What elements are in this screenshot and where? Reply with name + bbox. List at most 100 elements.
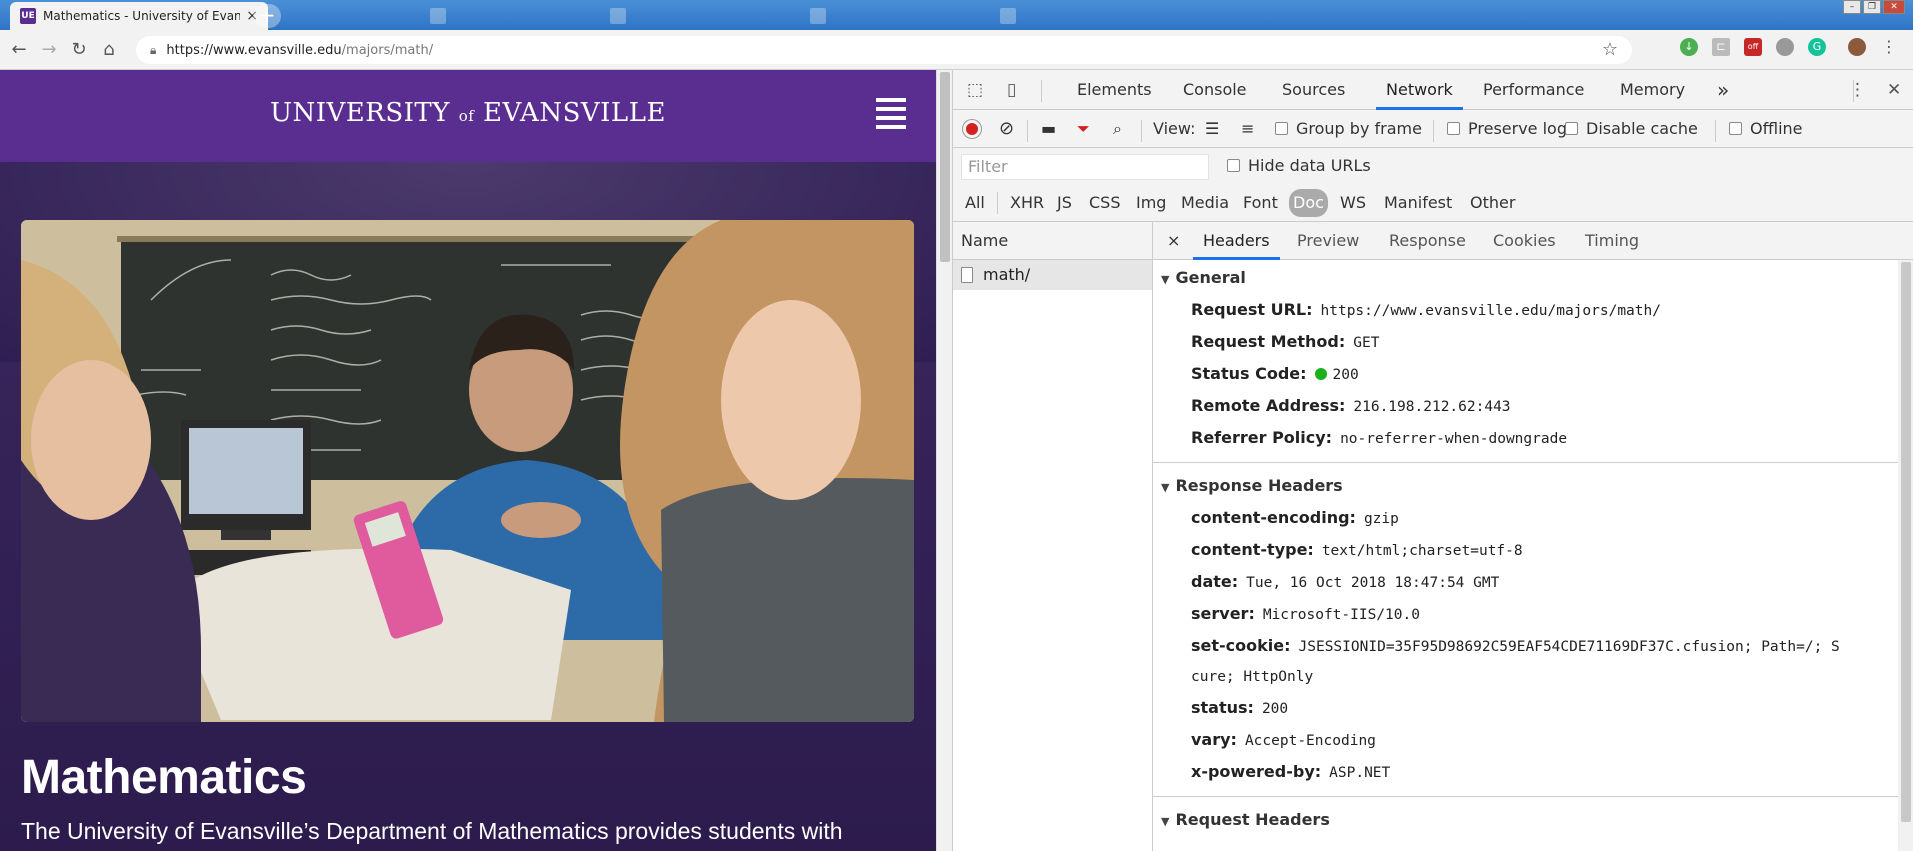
extension-bracket-icon[interactable]: ⊏: [1712, 38, 1730, 56]
tab-headers[interactable]: Headers: [1193, 222, 1280, 260]
checkbox-box[interactable]: [1227, 159, 1240, 172]
browser-tab-active[interactable]: UE Mathematics - University of Evansvill…: [10, 2, 268, 30]
page-title: Mathematics: [21, 751, 307, 804]
tab-sources[interactable]: Sources: [1280, 70, 1347, 110]
tab-response[interactable]: Response: [1389, 222, 1466, 260]
filter-font[interactable]: Font: [1240, 189, 1281, 217]
toolbar-divider: [1141, 120, 1142, 142]
checkbox-label: Group by frame: [1296, 119, 1422, 138]
new-tab-button[interactable]: +: [253, 4, 281, 28]
clear-icon[interactable]: ⊘: [999, 110, 1014, 148]
filter-media[interactable]: Media: [1178, 189, 1232, 217]
background-tab[interactable]: [990, 2, 1180, 30]
header-key: set-cookie:: [1191, 636, 1291, 655]
filter-all[interactable]: All: [962, 189, 988, 217]
filter-css[interactable]: CSS: [1086, 189, 1123, 217]
forward-icon[interactable]: →: [34, 39, 64, 60]
header-value: https://www.evansville.edu/majors/math/: [1320, 303, 1661, 319]
header-key: Status Code:: [1191, 364, 1307, 383]
details-scrollbar-thumb[interactable]: [1901, 262, 1911, 822]
search-icon[interactable]: ⌕: [1113, 110, 1122, 148]
background-tab[interactable]: [600, 2, 780, 30]
disable-cache-checkbox[interactable]: Disable cache: [1565, 110, 1698, 148]
extension-off-badge-icon[interactable]: off: [1744, 38, 1762, 56]
offline-checkbox[interactable]: Offline: [1729, 110, 1803, 148]
close-devtools-icon[interactable]: ✕: [1887, 80, 1901, 100]
menu-kebab-icon[interactable]: ⋮: [1880, 38, 1898, 56]
name-column-header[interactable]: Name: [953, 222, 1152, 260]
bookmark-star-icon[interactable]: ☆: [1602, 39, 1618, 60]
extension-icons: ↓ ⊏ off G ⋮: [1680, 38, 1898, 56]
extension-green-icon[interactable]: ↓: [1680, 38, 1698, 56]
tab-cookies[interactable]: Cookies: [1493, 222, 1556, 260]
filter-other[interactable]: Other: [1467, 189, 1518, 217]
profile-avatar[interactable]: [1848, 38, 1866, 56]
request-row[interactable]: math/: [953, 260, 1152, 290]
home-icon[interactable]: ⌂: [94, 39, 124, 60]
large-rows-icon[interactable]: ☰: [1205, 110, 1219, 148]
expand-triangle-icon: ▼: [1161, 481, 1170, 494]
tab-performance[interactable]: Performance: [1481, 70, 1586, 110]
devtools-panel: ⬚ ▯ Elements Console Sources Network Per…: [952, 70, 1913, 851]
page-scrollbar-thumb[interactable]: [940, 72, 950, 262]
more-tabs-icon[interactable]: »: [1715, 70, 1731, 110]
filter-img[interactable]: Img: [1133, 189, 1169, 217]
background-tab[interactable]: [420, 2, 580, 30]
lock-icon: 🔒︎: [150, 42, 157, 57]
header-value: no-referrer-when-downgrade: [1340, 431, 1568, 447]
checkbox-box[interactable]: [1729, 122, 1742, 135]
group-by-frame-checkbox[interactable]: Group by frame: [1275, 110, 1422, 148]
grammarly-icon[interactable]: G: [1808, 38, 1826, 56]
view-label: View:: [1153, 119, 1196, 138]
url-path: /majors/math/: [341, 42, 434, 58]
devtools-menu-icon[interactable]: ⋮: [1849, 80, 1866, 100]
minimize-window-icon[interactable]: –: [1843, 0, 1861, 14]
close-window-icon[interactable]: ✕: [1883, 0, 1905, 14]
background-tab[interactable]: [800, 2, 980, 30]
filter-doc[interactable]: Doc: [1289, 189, 1328, 217]
header-value: 200: [1261, 701, 1289, 717]
filter-js[interactable]: JS: [1054, 189, 1075, 217]
browser-tab-strip: UE Mathematics - University of Evansvill…: [0, 0, 1913, 30]
filter-input[interactable]: Filter: [961, 154, 1209, 180]
checkbox-box[interactable]: [1565, 122, 1578, 135]
window-controls: – ❐ ✕: [1843, 0, 1905, 14]
checkbox-box[interactable]: [1275, 122, 1288, 135]
hide-data-urls-checkbox[interactable]: Hide data URLs: [1227, 148, 1371, 184]
extension-grey-icon[interactable]: [1776, 38, 1794, 56]
checkbox-label: Hide data URLs: [1248, 156, 1371, 175]
tab-memory[interactable]: Memory: [1618, 70, 1687, 110]
url-bar[interactable]: 🔒︎ https://www.evansville.edu/majors/mat…: [136, 36, 1632, 64]
filter-xhr[interactable]: XHR: [1007, 189, 1047, 217]
expand-triangle-icon: ▼: [1161, 273, 1170, 286]
response-header-row: set-cookie: JSESSIONID=35F95D98692C59EAF5…: [1191, 636, 1840, 655]
checkbox-label: Offline: [1750, 119, 1803, 138]
tab-console[interactable]: Console: [1181, 70, 1249, 110]
preserve-log-checkbox[interactable]: Preserve log: [1447, 110, 1567, 148]
tab-elements[interactable]: Elements: [1075, 70, 1154, 110]
tab-preview[interactable]: Preview: [1297, 222, 1359, 260]
device-toolbar-icon[interactable]: ▯: [1007, 80, 1016, 100]
back-icon[interactable]: ←: [4, 39, 34, 60]
resource-type-filters: All XHR JS CSS Img Media Font Doc WS Man…: [953, 184, 1913, 222]
filter-ws[interactable]: WS: [1337, 189, 1369, 217]
overview-icon[interactable]: ≡: [1241, 110, 1254, 148]
general-section-header[interactable]: ▼ General: [1161, 263, 1246, 293]
inspect-element-icon[interactable]: ⬚: [967, 80, 983, 100]
filter-funnel-icon[interactable]: ⏷: [1077, 110, 1090, 148]
tab-network[interactable]: Network: [1376, 70, 1463, 110]
university-logo[interactable]: UNIVERSITY of EVANSVILLE: [0, 98, 936, 128]
details-scrollbar[interactable]: [1898, 260, 1913, 851]
tab-timing[interactable]: Timing: [1585, 222, 1639, 260]
close-details-icon[interactable]: ×: [1167, 222, 1180, 260]
restore-window-icon[interactable]: ❐: [1863, 0, 1881, 14]
request-headers-section-header[interactable]: ▼ Request Headers: [1161, 805, 1330, 835]
record-button[interactable]: [963, 120, 981, 138]
response-headers-section-header[interactable]: ▼ Response Headers: [1161, 471, 1343, 501]
filter-manifest[interactable]: Manifest: [1381, 189, 1455, 217]
page-scrollbar[interactable]: [936, 70, 952, 851]
reload-icon[interactable]: ↻: [64, 39, 94, 60]
screenshot-camera-icon[interactable]: ▬: [1041, 110, 1056, 148]
hamburger-menu-icon[interactable]: [876, 98, 906, 134]
checkbox-box[interactable]: [1447, 122, 1460, 135]
